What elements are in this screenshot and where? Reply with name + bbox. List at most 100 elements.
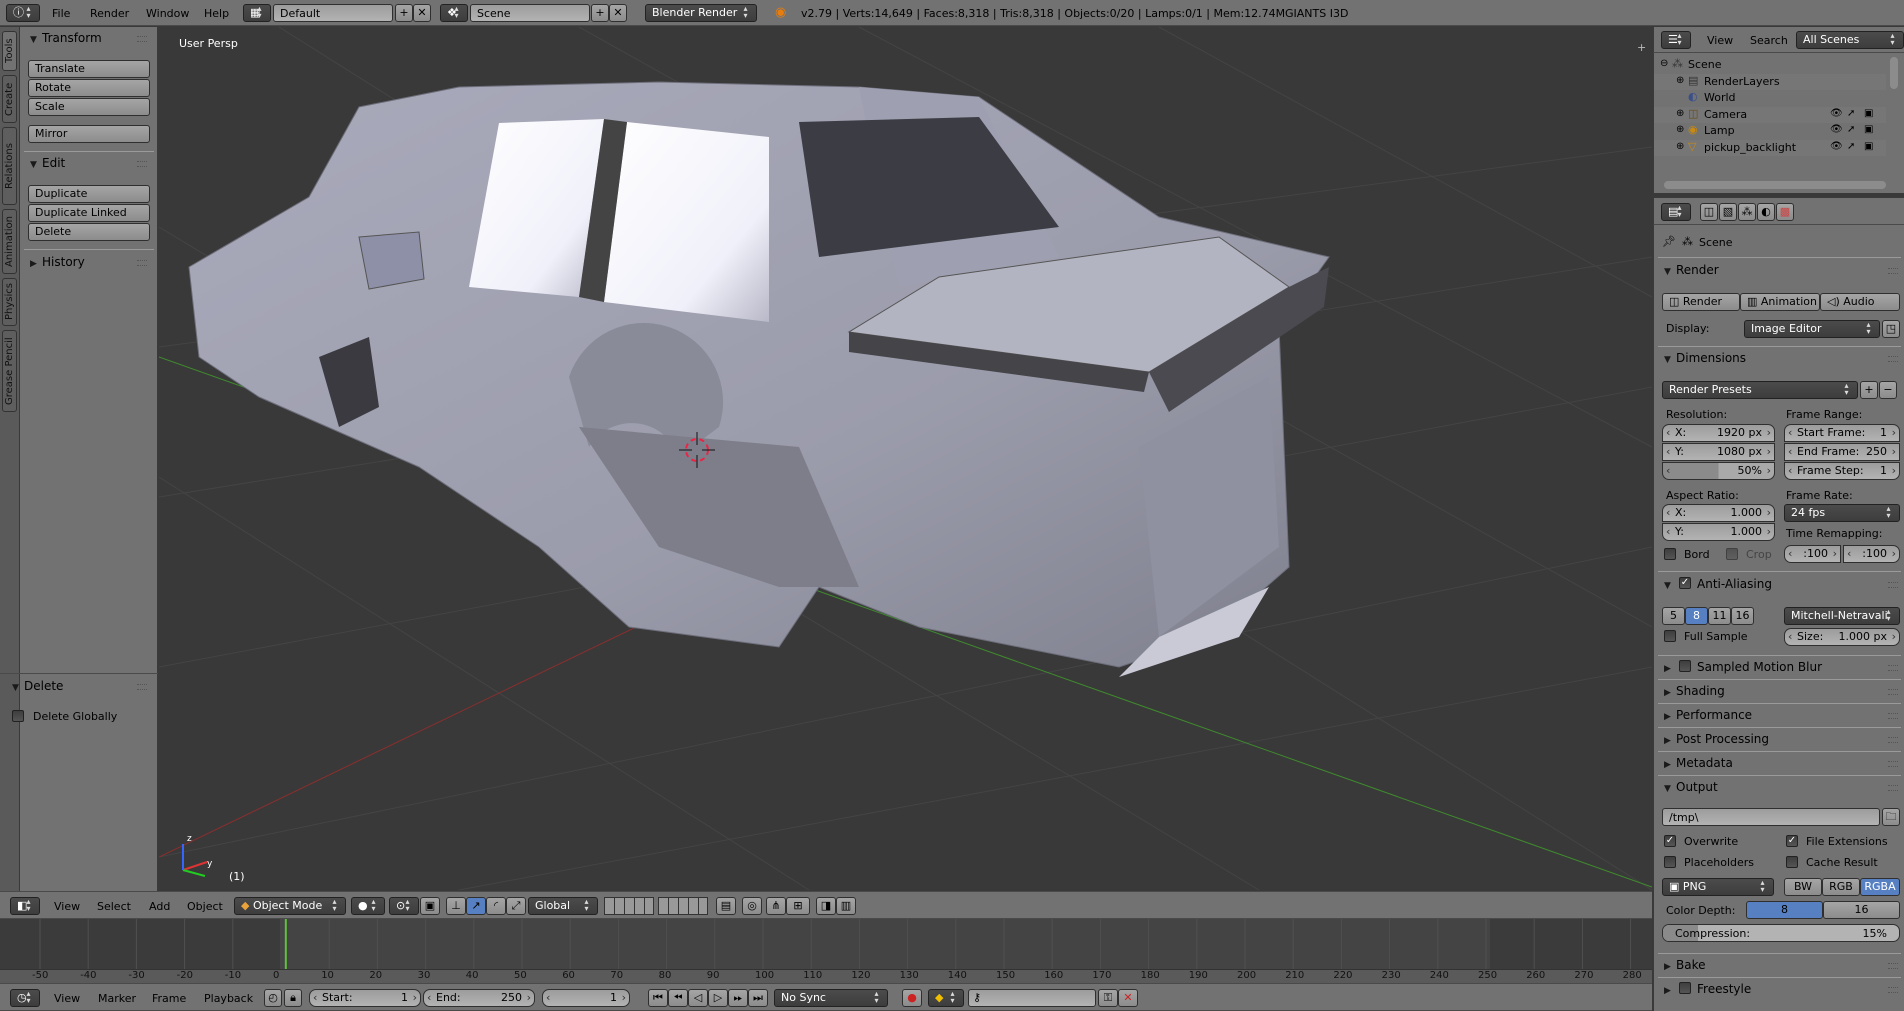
layer-buttons-group-1[interactable] [604, 897, 654, 915]
expand-toggle-icon[interactable]: ⊖ [1660, 58, 1668, 69]
aa-filter-select[interactable]: Mitchell-Netravali [1784, 607, 1900, 625]
menu-add[interactable]: Add [149, 900, 170, 913]
drag-grip-icon[interactable] [137, 260, 147, 266]
frame-rate-select[interactable]: 24 fps [1784, 504, 1900, 522]
keying-type-select[interactable]: ◆ [928, 989, 964, 1007]
expand-toggle-icon[interactable]: ⊕ [1676, 75, 1684, 86]
output-panel-header[interactable]: ▼ Output [1664, 776, 1718, 798]
output-path-field[interactable]: /tmp\ [1662, 808, 1880, 826]
layout-field[interactable]: Default [273, 4, 393, 22]
start-frame-field[interactable]: Start Frame: 1 [1784, 424, 1900, 442]
jump-start-button[interactable]: ⏮︎ [648, 989, 668, 1007]
timeline-area[interactable]: -50 -40 -30 -20 -10 0 10 20 30 40 50 60 70 80 90 100 110… [0, 919, 1652, 983]
expand-toggle-icon[interactable]: ⊕ [1676, 124, 1684, 135]
outliner-row[interactable]: ⊕ ▽ pickup_backlight 👁︎ ➚ ▣ [1654, 139, 1886, 156]
performance-panel-header[interactable]: ▶ Performance [1664, 704, 1752, 726]
layers-context-tab[interactable]: ▧ [1719, 203, 1737, 221]
placeholders-checkbox[interactable] [1664, 856, 1676, 868]
select-arrow-icon[interactable]: ➚ [1847, 124, 1855, 135]
drag-grip-icon[interactable] [1888, 761, 1898, 767]
limit-selection-button[interactable]: ▣ [420, 897, 440, 915]
menu-view[interactable]: View [54, 992, 80, 1005]
pin-icon[interactable]: 📌︎ [1662, 235, 1676, 248]
render-presets-select[interactable]: Render Presets [1662, 381, 1858, 399]
render-button[interactable]: ◫ Render [1662, 293, 1740, 311]
shading-select[interactable]: ● [351, 897, 385, 915]
render-panel-header[interactable]: ▼ Render [1664, 259, 1719, 281]
outliner-row[interactable]: ⊕ ◫ Camera 👁︎ ➚ ▣ [1654, 106, 1886, 123]
menu-window[interactable]: Window [146, 7, 189, 20]
filter-size-field[interactable]: Size: 1.000 px [1784, 628, 1900, 646]
aspect-y-field[interactable]: Y: 1.000 [1662, 523, 1775, 541]
display-window-button[interactable]: ◳ [1882, 320, 1900, 338]
preview-range-button[interactable]: ◴ [264, 989, 282, 1007]
tab-create[interactable]: Create [2, 75, 17, 123]
select-arrow-icon[interactable]: ➚ [1847, 108, 1855, 119]
crop-checkbox[interactable] [1726, 548, 1738, 560]
add-layout-button[interactable]: + [395, 4, 413, 22]
expand-toggle-icon[interactable]: ⊕ [1676, 108, 1684, 119]
drag-grip-icon[interactable] [1888, 713, 1898, 719]
context-tabs[interactable]: ◫ ▧ ⁂ ◐ ▩ [1700, 203, 1810, 221]
world-context-tab[interactable]: ◐ [1757, 203, 1775, 221]
snap-element-select[interactable]: ⊞ [786, 897, 810, 915]
edit-panel-header[interactable]: ▼ Edit [30, 152, 65, 174]
freestyle-panel-header[interactable]: ▶ [1664, 978, 1676, 1000]
scene-type-button[interactable]: ❖ [440, 4, 468, 22]
insert-keyframe-button[interactable]: ⚿ [1098, 989, 1118, 1007]
manipulator-toggle[interactable]: ⊥ [446, 897, 466, 915]
drag-grip-icon[interactable] [1888, 737, 1898, 743]
drag-grip-icon[interactable] [1888, 268, 1898, 274]
end-frame-field[interactable]: End Frame: 250 [1784, 443, 1900, 461]
post-processing-panel-header[interactable]: ▶ Post Processing [1664, 728, 1769, 750]
full-sample-checkbox[interactable] [1664, 630, 1676, 642]
render-camera-icon[interactable]: ▣ [1864, 124, 1873, 135]
menu-view[interactable]: View [54, 900, 80, 913]
display-select[interactable]: Image Editor [1744, 320, 1880, 338]
end-frame-field[interactable]: End: 250 [423, 989, 535, 1007]
aa-samples-5[interactable]: 5 [1662, 607, 1685, 625]
visibility-eye-icon[interactable]: 👁︎ [1830, 141, 1843, 152]
editor-type-button[interactable]: ◧ [10, 897, 40, 915]
texture-context-tab[interactable]: ▩ [1776, 203, 1794, 221]
tab-physics[interactable]: Physics [2, 278, 17, 326]
aa-panel-header[interactable]: ▼ [1664, 573, 1676, 595]
tab-relations[interactable]: Relations [2, 127, 17, 205]
duplicate-button[interactable]: Duplicate [28, 185, 150, 203]
file-format-select[interactable]: ▣ PNG [1662, 878, 1774, 896]
outliner-row[interactable]: ⊕ ◉ Lamp 👁︎ ➚ ▣ [1654, 123, 1886, 139]
tab-animation[interactable]: Animation [2, 209, 17, 274]
browse-output-button[interactable]: 🗀︎ [1882, 808, 1900, 826]
play-button[interactable]: ▷ [708, 989, 728, 1007]
scale-manipulator-button[interactable]: ⤢ [506, 897, 526, 915]
record-button[interactable]: ● [902, 989, 922, 1007]
resolution-y-field[interactable]: Y: 1080 px [1662, 443, 1775, 461]
delete-keyframe-button[interactable]: ✕ [1118, 989, 1138, 1007]
color-mode-rgba[interactable]: RGBA [1860, 878, 1900, 896]
sync-select[interactable]: No Sync [774, 989, 888, 1007]
outliner-h-scrollbar[interactable] [1664, 181, 1886, 189]
history-panel-header[interactable]: ▶ History [30, 251, 85, 273]
metadata-panel-header[interactable]: ▶ Metadata [1664, 752, 1733, 774]
freestyle-checkbox[interactable] [1679, 982, 1691, 994]
delete-scene-button[interactable]: ✕ [609, 4, 627, 22]
editor-type-button[interactable]: ⓘ [6, 4, 40, 22]
aa-samples-8[interactable]: 8 [1685, 607, 1708, 625]
aa-samples-16[interactable]: 16 [1731, 607, 1754, 625]
color-depth-8[interactable]: 8 [1746, 901, 1823, 919]
select-arrow-icon[interactable]: ➚ [1847, 141, 1855, 152]
expand-toggle-icon[interactable]: ⊕ [1676, 141, 1684, 152]
drag-grip-icon[interactable] [1888, 689, 1898, 695]
resolution-x-field[interactable]: X: 1920 px [1662, 424, 1775, 442]
current-frame-field[interactable]: 1 [542, 989, 630, 1007]
layer-lock-button[interactable]: ▤ [716, 897, 736, 915]
drag-grip-icon[interactable] [1888, 582, 1898, 588]
drag-grip-icon[interactable] [1888, 665, 1898, 671]
bake-panel-header[interactable]: ▶ Bake [1664, 954, 1706, 976]
compression-slider[interactable]: Compression: 15% [1662, 924, 1900, 942]
file-extensions-checkbox[interactable]: ✓ [1786, 835, 1798, 847]
cache-result-checkbox[interactable] [1786, 856, 1798, 868]
menu-frame[interactable]: Frame [152, 992, 186, 1005]
operator-panel-header[interactable]: ▼ Delete [12, 675, 63, 697]
tab-tools[interactable]: Tools [2, 31, 17, 71]
